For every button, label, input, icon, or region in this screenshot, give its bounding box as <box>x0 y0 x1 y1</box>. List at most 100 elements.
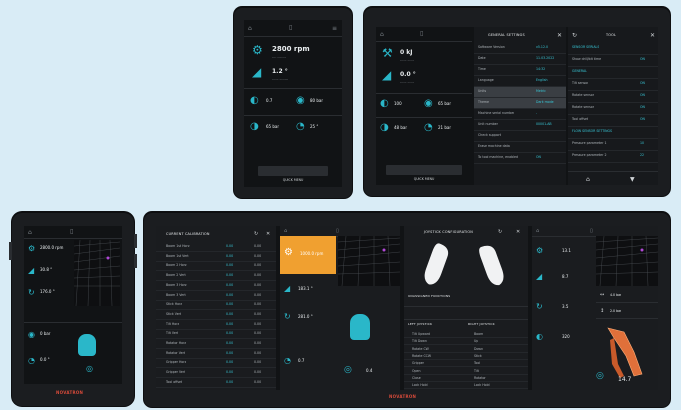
calibration-value-b: 0.00 <box>254 370 262 375</box>
settings-row-label: Time <box>478 67 486 71</box>
refresh-icon[interactable]: ↻ <box>254 230 258 239</box>
calibration-value-a: 0.00 <box>226 379 234 384</box>
perspective-grid <box>338 236 400 286</box>
home-icon[interactable]: ⌂ <box>28 228 32 237</box>
calibration-value-a: 0.00 <box>226 370 234 375</box>
calibration-value-a: 0.00 <box>226 282 234 287</box>
settings-row-label: To tool machine, enabled <box>478 155 518 159</box>
tool-row[interactable]: GENERAL <box>568 67 658 79</box>
calibration-value-a: 0.00 <box>226 253 234 258</box>
settings-row[interactable]: Machine serial number - <box>474 109 566 120</box>
calibration-row-label: Rotator Vert <box>166 350 186 355</box>
action-icon[interactable]: ◎ <box>344 366 352 375</box>
calibration-row[interactable]: Boom 3 Horz 0.00 0.00 <box>156 281 276 291</box>
filter-icon[interactable]: ▼ <box>630 175 635 184</box>
calibration-value-b: 0.00 <box>254 292 262 297</box>
tool-row[interactable]: Pressure parameter 1 10 <box>568 139 658 151</box>
settings-row[interactable]: Unit number 00001-AB <box>474 120 566 131</box>
calibration-row[interactable]: Boom 2 Horz 0.00 0.00 <box>156 261 276 272</box>
tool-row[interactable]: SENSOR SERIALS <box>568 43 658 55</box>
calibration-row[interactable]: Gripper Horz 0.00 0.00 <box>156 358 276 369</box>
brand-logo: NOVATRON <box>389 394 417 399</box>
calibration-row-label: Boom 3 Vert <box>166 292 186 297</box>
quick-menu-button[interactable]: QUICK MENU <box>386 165 462 181</box>
calibration-row[interactable]: Gripper Vert 0.00 0.00 <box>156 368 276 379</box>
tool-row[interactable]: Rotate sensor ON <box>568 91 658 103</box>
calibration-value-a: 0.00 <box>226 350 234 355</box>
settings-row[interactable]: Erase machine data <box>474 142 566 153</box>
calibration-value-b: 0.00 <box>254 341 262 345</box>
calibration-row[interactable]: Rotator Horz 0.00 0.00 <box>156 339 276 349</box>
left-joystick-row-label: Rotate CW <box>412 346 429 351</box>
home-icon[interactable]: ⌂ <box>380 30 384 39</box>
home-icon[interactable]: ⌂ <box>284 227 287 236</box>
close-icon[interactable]: ✕ <box>650 31 655 40</box>
tool-row-label: Tilt sensor <box>572 81 589 85</box>
motor-icon: ⚙ <box>28 244 36 253</box>
settings-row[interactable]: Date 11.03.2022 <box>474 54 566 65</box>
settings-row[interactable]: Time 14:32 <box>474 65 566 76</box>
v3-value: 48 bar <box>394 125 407 130</box>
calibration-value-a: 0.00 <box>226 321 234 326</box>
tool-row[interactable]: FLOW SENSOR SETTINGS <box>568 127 658 139</box>
calibration-row[interactable]: Boom 1st Horz 0.00 0.00 <box>156 242 276 252</box>
settings-row[interactable]: Theme Dark mode <box>474 98 566 109</box>
settings-row[interactable]: To tool machine, enabled ON <box>474 153 566 164</box>
action-icon[interactable]: ◎ <box>596 372 604 381</box>
settings-row[interactable]: Language English <box>474 76 566 87</box>
settings-row[interactable]: Check support <box>474 131 566 142</box>
v3-value: 281.0 ° <box>298 314 313 319</box>
refresh-icon[interactable]: ↻ <box>498 228 502 237</box>
home-icon[interactable]: ⌂ <box>248 24 252 33</box>
settings-row-label: Theme <box>478 100 489 104</box>
quick-menu-button[interactable]: QUICK MENU <box>258 166 328 182</box>
tool-row[interactable]: Tool offset ON <box>568 115 658 127</box>
calibration-row[interactable]: Boom 1st Vert 0.00 0.00 <box>156 252 276 262</box>
left-joystick-row[interactable]: Lock Hold <box>404 381 466 390</box>
home-icon[interactable]: ⌂ <box>586 175 590 184</box>
menu-icon[interactable]: ≡ <box>332 24 337 33</box>
refresh-icon[interactable]: ↻ <box>572 31 577 40</box>
settings-row-label: Machine serial number <box>478 111 515 115</box>
rotate-icon: ↻ <box>28 288 35 297</box>
close-icon[interactable]: ✕ <box>557 31 562 40</box>
arrow-icon: ↕ <box>600 308 605 314</box>
tool-row[interactable]: Tilt sensor ON <box>568 79 658 91</box>
close-icon[interactable]: ✕ <box>266 230 270 239</box>
right-joystick-icon[interactable] <box>478 242 508 288</box>
calibration-panel: CURRENT CALIBRATION ↻ ✕ Boom 1st Horz 0.0… <box>156 226 276 390</box>
left-joystick-icon[interactable] <box>422 242 452 288</box>
tool-row[interactable]: Show drill/bit time ON <box>568 55 658 67</box>
tool-row-label: Show drill/bit time <box>572 57 602 61</box>
calibration-row[interactable]: Tilt Vert 0.00 0.00 <box>156 329 276 340</box>
right-joystick-row[interactable]: Lock Hold <box>466 381 528 390</box>
tool-row-label: Rotate sensor <box>572 105 595 109</box>
calibration-row[interactable]: Stick Vert 0.00 0.00 <box>156 310 276 320</box>
active-tile[interactable]: ⚙ 1000.0 rpm <box>280 236 336 274</box>
settings-row[interactable]: Units Metric <box>474 87 566 98</box>
calibration-row[interactable]: Rotator Vert 0.00 0.00 <box>156 349 276 359</box>
joystick-title: JOYSTICK CONFIGURATION <box>424 230 474 234</box>
calibration-value-b: 0.00 <box>254 273 262 278</box>
v1-value: 2800.0 rpm <box>40 245 64 250</box>
calibration-row[interactable]: Boom 3 Vert 0.00 0.00 <box>156 291 276 301</box>
v4-value: 0 bar <box>40 331 51 336</box>
home-icon[interactable]: ⌂ <box>536 227 539 236</box>
calibration-row[interactable]: Boom 2 Vert 0.00 0.00 <box>156 271 276 282</box>
tool-row[interactable]: Pressure parameter 2 22 <box>568 151 658 163</box>
v7-value: 2.0 bar <box>610 309 622 313</box>
settings-row[interactable]: Software Version v5.12.0 <box>474 43 566 54</box>
left-joystick-row-label: Rotate CCW <box>412 353 432 358</box>
calibration-row[interactable]: Tool offset 0.00 0.00 <box>156 378 276 388</box>
settings-row-value: Metric <box>536 89 546 93</box>
action-icon[interactable]: ◎ <box>86 364 93 373</box>
calibration-value-b: 0.00 <box>254 302 262 307</box>
v4-value: 0.7 <box>298 358 305 363</box>
left-joystick-row-label: Tilt Down <box>412 339 427 344</box>
calibration-value-a: 0.00 <box>226 302 234 307</box>
calibration-row[interactable]: Tilt Horz 0.00 0.00 <box>156 320 276 330</box>
close-icon[interactable]: ✕ <box>516 228 520 237</box>
tool-row[interactable]: Rotate sensor ON <box>568 103 658 115</box>
calibration-row[interactable]: Stick Horz 0.00 0.00 <box>156 300 276 311</box>
left-joystick-row-label: Tilt Upward <box>412 332 431 336</box>
